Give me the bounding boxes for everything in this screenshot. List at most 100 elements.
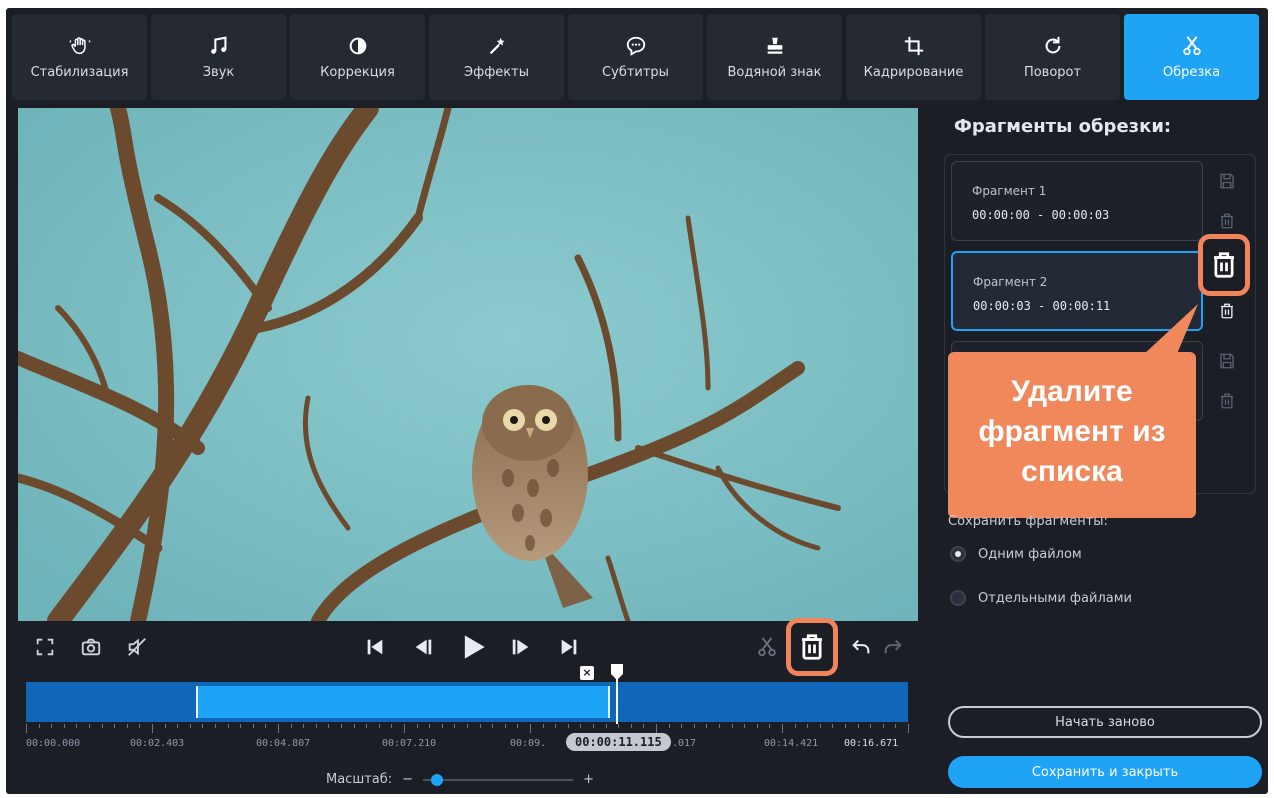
trash-icon[interactable] [1218,212,1236,230]
ruler-tick [807,724,808,728]
ruler-tick [127,724,128,728]
ruler-tick [366,724,367,728]
remove-marker-button[interactable]: × [580,666,594,680]
cut-button[interactable] [754,634,780,660]
ruler-tick [895,724,896,728]
playhead-handle[interactable] [610,664,624,724]
tool-label: Эффекты [464,64,529,80]
tool-label: Кадрирование [863,64,964,80]
tools-toolbar: Стабилизация Звук Коррекция Эффекты Субт… [12,14,1262,100]
fullscreen-button[interactable] [32,634,58,660]
tool-stabilization[interactable]: Стабилизация [12,14,147,100]
callout-line: фрагмент из [978,415,1166,448]
time-label: 00:07.210 [382,738,437,749]
trash-icon[interactable] [1218,302,1236,320]
radio-dot[interactable] [950,590,966,606]
speaker-muted-icon [128,638,146,656]
tool-trim[interactable]: Обрезка [1124,14,1259,100]
skip-start-button[interactable] [362,634,388,660]
save-and-close-button[interactable]: Сохранить и закрыть [948,756,1262,788]
mute-button[interactable] [124,634,150,660]
ruler-tick [858,724,859,728]
restart-button[interactable]: Начать заново [948,706,1262,738]
video-preview [18,108,918,621]
next-frame-icon [512,639,529,655]
tool-audio[interactable]: Звук [151,14,286,100]
owl-frame-image [18,108,918,621]
play-button[interactable] [458,632,488,662]
trash-icon[interactable] [1218,392,1236,410]
app-root: Стабилизация Звук Коррекция Эффекты Субт… [0,0,1274,798]
ruler-tick [253,724,254,728]
save-fragments-label: Сохранить фрагменты: [948,514,1108,529]
radio-single-file[interactable]: Одним файлом [950,546,1082,562]
save-icon[interactable] [1218,352,1236,370]
ruler-tick [643,724,644,728]
tool-label: Водяной знак [727,64,822,80]
tool-watermark[interactable]: Водяной знак [707,14,842,100]
zoom-control: Масштаб: − + [326,772,594,787]
scissors-icon [1182,35,1201,55]
fragment-actions [1207,341,1247,421]
trash-icon [1214,252,1234,278]
ruler-tick [832,724,833,728]
save-icon[interactable] [1218,172,1236,190]
ruler-tick [316,724,317,728]
ruler-tick [669,724,670,728]
selected-fragment-segment[interactable] [196,686,610,718]
rotate-icon [1045,36,1060,53]
time-label: 00:00.000 [26,738,81,749]
ruler-tick [303,724,304,728]
ruler-tick [202,724,203,728]
callout-line: Удалите [1011,375,1133,408]
tool-correction[interactable]: Коррекция [290,14,425,100]
ruler-tick [618,724,619,728]
ruler-tick [291,724,292,728]
ruler-tick [39,724,40,728]
time-label: 00:09. [510,738,547,749]
ruler-tick [845,724,846,728]
tool-subtitles[interactable]: Субтитры [568,14,703,100]
editor-window: Стабилизация Звук Коррекция Эффекты Субт… [6,8,1268,794]
zoom-slider[interactable] [423,773,574,786]
callout-tooltip: Удалите фрагмент из списка [948,352,1196,518]
tool-label: Поворот [1023,64,1082,80]
skip-to-start-icon [367,639,383,655]
ruler-tick [417,724,418,728]
timeline-track[interactable]: × [26,664,908,724]
next-frame-button[interactable] [508,634,534,660]
skip-to-end-icon [561,639,577,655]
radio-separate-files[interactable]: Отдельными файлами [950,590,1132,606]
tool-effects[interactable]: Эффекты [429,14,564,100]
fragment-time: 00:00:00 - 00:00:03 [972,208,1110,222]
zoom-slider-knob[interactable] [431,773,444,786]
ruler-tick [341,724,342,728]
radio-dot[interactable] [950,546,966,562]
ruler-tick [505,724,506,728]
fragment-item[interactable]: Фрагмент 1 00:00:00 - 00:00:03 [951,161,1203,241]
tool-label: Звук [202,64,235,80]
ruler-tick [379,724,380,728]
tool-label: Субтитры [602,64,669,80]
zoom-out-button[interactable]: − [402,772,413,787]
skip-end-button[interactable] [556,634,582,660]
ruler-tick [492,724,493,728]
undo-button[interactable] [848,634,874,660]
delete-fragment-button[interactable] [796,628,828,666]
undo-icon [852,639,870,654]
tool-label: Коррекция [320,64,395,80]
time-label: 00:16.671 [844,738,899,749]
time-label: 00:04.807 [256,738,311,749]
ruler-tick [442,724,443,728]
redo-button[interactable] [880,634,906,660]
snapshot-button[interactable] [78,634,104,660]
ruler-tick [631,724,632,728]
camera-icon [81,638,101,656]
ruler-tick [64,724,65,728]
delete-fragment-2-button[interactable] [1209,248,1239,282]
hand-icon [68,36,91,54]
tool-crop[interactable]: Кадрирование [846,14,981,100]
zoom-in-button[interactable]: + [583,772,594,787]
tool-rotate[interactable]: Поворот [985,14,1120,100]
prev-frame-button[interactable] [410,634,436,660]
